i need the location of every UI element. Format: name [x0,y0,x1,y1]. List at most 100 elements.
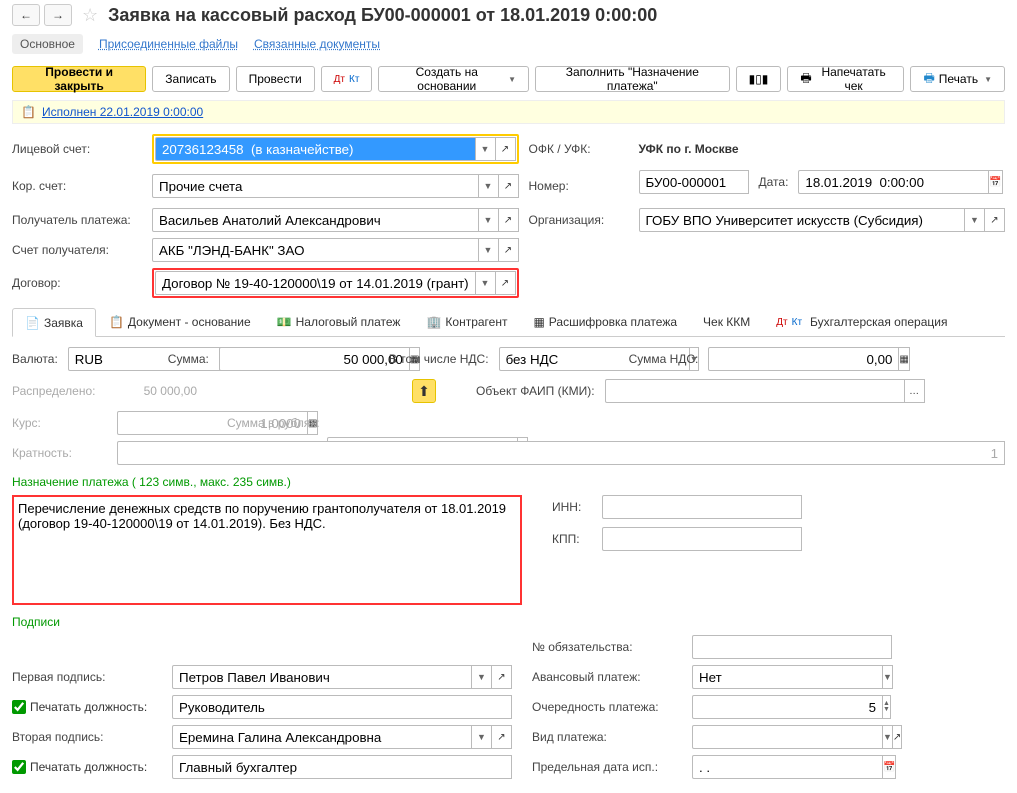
print-button[interactable]: 🖶Печать▼ [910,66,1005,92]
open-button[interactable]: ↗ [499,238,519,262]
save-button[interactable]: Записать [152,66,229,92]
star-icon[interactable]: ☆ [82,5,98,26]
spinner[interactable]: ▲▼ [883,695,891,719]
amount-rub-label: Сумма в рублях: [227,416,320,430]
tab-tax[interactable]: 💵Налоговый платеж [264,308,414,336]
print-pos2-checkbox[interactable] [12,760,26,774]
advance-select[interactable] [692,665,883,689]
print-pos1-checkbox[interactable] [12,700,26,714]
dropdown-toggle[interactable]: ▼ [883,665,893,689]
org-input[interactable] [639,208,966,232]
ellipsis-button[interactable]: … [905,379,925,403]
purpose-textarea[interactable] [12,495,522,605]
dropdown-toggle[interactable]: ▼ [965,208,985,232]
recipient-acc-input[interactable] [152,238,479,262]
ofk-value: УФК по г. Москве [639,142,1006,156]
contract-input[interactable] [155,271,476,295]
open-button[interactable]: ↗ [496,271,516,295]
rate-label: Курс: [12,416,107,430]
faip-input[interactable] [605,379,905,403]
up-button[interactable]: ⬆ [412,379,436,403]
contract-label: Договор: [12,276,142,290]
distributed-value: 50 000,00 [117,384,197,398]
obligation-input[interactable] [692,635,892,659]
post-button[interactable]: Провести [236,66,315,92]
pay-type-input[interactable] [692,725,883,749]
print-check-button[interactable]: 🖶Напечатать чек [787,66,904,92]
dropdown-toggle[interactable]: ▼ [479,238,499,262]
tax-icon: 💵 [277,315,292,329]
page-title: Заявка на кассовый расход БУ00-000001 от… [108,5,657,26]
doc-icon: 📋 [109,315,124,329]
dropdown-toggle[interactable]: ▼ [472,665,492,689]
inn-input[interactable] [602,495,802,519]
fill-purpose-button[interactable]: Заполнить "Назначение платежа" [535,66,730,92]
nav-attached[interactable]: Присоединенные файлы [99,37,238,51]
dropdown-toggle[interactable]: ▼ [472,725,492,749]
create-based-button[interactable]: Создать на основании▼ [378,66,529,92]
dropdown-toggle[interactable]: ▼ [479,208,499,232]
open-button[interactable]: ↗ [499,174,519,198]
ofk-label: ОФК / УФК: [529,142,629,156]
status-link[interactable]: Исполнен 22.01.2019 0:00:00 [42,105,203,119]
tab-decode[interactable]: ▦Расшифровка платежа [520,308,690,336]
pos1-input[interactable] [172,695,512,719]
vat-amount-input[interactable] [708,347,899,371]
priority-label: Очередность платежа: [532,700,672,714]
kpp-label: КПП: [552,532,592,546]
currency-label: Валюта: [12,352,58,366]
nav-main[interactable]: Основное [12,34,83,54]
recipient-input[interactable] [152,208,479,232]
kpp-input[interactable] [602,527,802,551]
corr-account-input[interactable] [152,174,479,198]
vat-incl-label: В том числе НДС: [389,352,489,366]
sign1-label: Первая подпись: [12,670,152,684]
number-input[interactable] [639,170,749,194]
table-icon: ▦ [533,315,544,329]
open-button[interactable]: ↗ [492,665,512,689]
open-button[interactable]: ↗ [492,725,512,749]
org-label: Организация: [529,213,629,227]
date-input[interactable] [798,170,989,194]
sign1-input[interactable] [172,665,472,689]
corr-account-label: Кор. счет: [12,179,142,193]
calendar-icon[interactable]: 📅 [989,170,1002,194]
recipient-acc-label: Счет получателя: [12,243,142,257]
forward-button[interactable]: → [44,4,72,26]
deadline-input[interactable] [692,755,883,779]
back-button[interactable]: ← [12,4,40,26]
tab-accounting[interactable]: ДтКтБухгалтерская операция [763,308,960,336]
open-button[interactable]: ↗ [893,725,902,749]
printer-icon: 🖶 [923,69,934,90]
open-button[interactable]: ↗ [985,208,1005,232]
sign2-label: Вторая подпись: [12,730,152,744]
calc-icon[interactable]: ▦ [899,347,909,371]
personal-account-input[interactable] [155,137,476,161]
dropdown-toggle[interactable]: ▼ [883,725,893,749]
tab-kkm[interactable]: Чек ККМ [690,308,763,336]
barcode-button[interactable]: ▮▯▮ [736,66,782,92]
dk-button[interactable]: ДтКт [321,66,373,92]
open-button[interactable]: ↗ [496,137,516,161]
tab-counterparty[interactable]: 🏢Контрагент [413,308,520,336]
amount-input[interactable] [219,347,410,371]
priority-input[interactable] [692,695,883,719]
number-label: Номер: [529,179,629,193]
post-close-button[interactable]: Провести и закрыть [12,66,146,92]
printer-icon: 🖶 [800,69,811,90]
dropdown-toggle[interactable]: ▼ [479,174,499,198]
dropdown-toggle[interactable]: ▼ [476,271,496,295]
sign2-input[interactable] [172,725,472,749]
print-pos1-label: Печатать должность: [30,700,147,714]
tab-zayavka[interactable]: 📄Заявка [12,308,96,337]
nav-linked[interactable]: Связанные документы [254,37,380,51]
vat-amount-label: Сумма НДС: [629,352,699,366]
dropdown-toggle[interactable]: ▼ [476,137,496,161]
tab-document[interactable]: 📋Документ - основание [96,308,264,336]
pos2-input[interactable] [172,755,512,779]
distributed-label: Распределено: [12,384,107,398]
amount-label: Сумма: [168,352,209,366]
calendar-icon[interactable]: 📅 [883,755,896,779]
status-icon: 📋 [21,105,36,119]
open-button[interactable]: ↗ [499,208,519,232]
